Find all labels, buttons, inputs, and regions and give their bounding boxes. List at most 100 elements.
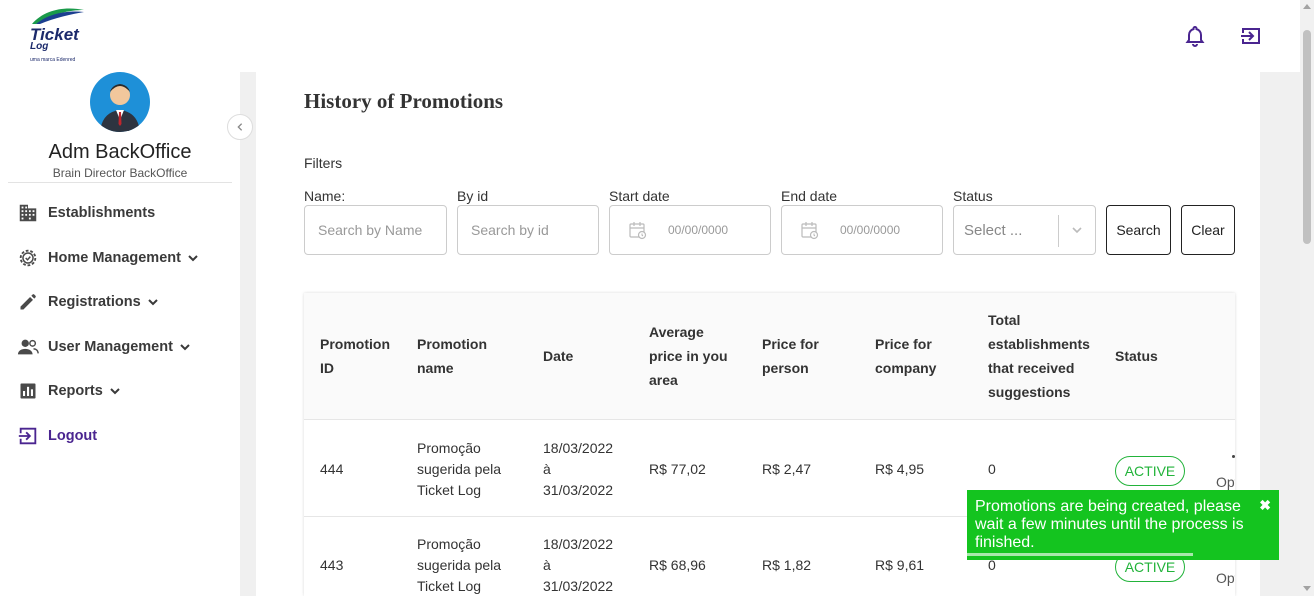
status-select[interactable]: Select ... <box>953 205 1096 255</box>
col-header-text: Date <box>543 348 574 364</box>
chevron-down-icon <box>180 344 190 351</box>
gear-check-icon <box>16 246 40 270</box>
cell-text: 18/03/2022 <box>543 439 614 456</box>
scroll-down-arrow-icon[interactable] <box>1303 586 1311 591</box>
col-header-price-company[interactable]: Price for company <box>875 332 936 380</box>
clear-button[interactable]: Clear <box>1181 205 1235 255</box>
end-date-label: End date <box>781 188 838 204</box>
col-header-id[interactable]: Promotion ID <box>320 332 390 380</box>
chevron-left-icon <box>237 123 243 131</box>
sidebar-item-registrations[interactable]: Registrations <box>16 288 159 316</box>
end-date-placeholder: 00/00/0000 <box>840 223 901 237</box>
avatar[interactable] <box>90 72 150 132</box>
bar-chart-icon <box>16 379 40 403</box>
sidebar-item-reports[interactable]: Reports <box>16 377 121 405</box>
user-name: Adm BackOffice <box>48 141 192 163</box>
col-header-total-establishments[interactable]: Total establishments that received sugge… <box>988 308 1090 404</box>
cell-text: sugerida pela <box>417 556 502 573</box>
scroll-thumb[interactable] <box>1303 30 1311 244</box>
cell-date: 18/03/2022 à 31/03/2022 <box>543 421 613 517</box>
col-header-name[interactable]: Promotion name <box>417 332 487 380</box>
logo-swoosh-icon <box>32 8 84 24</box>
logo-brand-sub: Log <box>30 41 49 52</box>
pencil-icon <box>16 290 40 314</box>
col-header-text: Price for <box>762 336 819 352</box>
col-header-text: ID <box>320 360 334 376</box>
ticket-log-logo[interactable]: Ticket Log uma marca Edenred <box>26 4 86 64</box>
col-header-text: suggestions <box>988 384 1071 400</box>
col-header-text: price in you <box>649 348 728 364</box>
col-header-price-person[interactable]: Price for person <box>762 332 819 380</box>
sidebar-collapse-button[interactable] <box>227 114 253 140</box>
col-header-status[interactable]: Status <box>1115 344 1158 368</box>
col-header-text: Price for <box>875 336 932 352</box>
status-select-placeholder: Select ... <box>964 221 1023 239</box>
col-header-text: that received <box>988 360 1075 376</box>
col-header-date[interactable]: Date <box>543 344 573 368</box>
cell-id: 444 <box>320 460 344 477</box>
sidebar-item-establishments[interactable]: Establishments <box>16 199 155 227</box>
col-header-average-price[interactable]: Average price in you area <box>649 320 728 392</box>
cell-price-person: R$ 2,47 <box>762 460 812 477</box>
sidebar-item-user-management[interactable]: User Management <box>16 333 191 361</box>
sidebar-item-label: User Management <box>48 339 173 355</box>
bell-icon[interactable] <box>1183 24 1207 48</box>
col-header-text: Promotion <box>417 336 487 352</box>
user-role: Brain Director BackOffice <box>52 166 188 180</box>
id-search-input[interactable]: Search by id <box>457 205 599 255</box>
cell-text: à <box>543 556 551 573</box>
cell-text: Ticket Log <box>417 577 482 594</box>
search-button[interactable]: Search <box>1106 205 1171 255</box>
toast-message: Promotions are being created, please wai… <box>975 498 1244 551</box>
exit-icon[interactable] <box>1239 24 1263 48</box>
more-dots-icon[interactable] <box>1232 455 1235 458</box>
cell-text: sugerida pela <box>417 460 502 477</box>
cell-text: Ticket Log <box>417 481 482 498</box>
status-badge: ACTIVE <box>1115 456 1185 486</box>
cell-average-price: R$ 77,02 <box>649 460 706 477</box>
id-filter-label: By id <box>457 188 489 204</box>
col-header-text: Promotion <box>320 336 390 352</box>
col-header-text: Status <box>1115 348 1158 364</box>
cell-text: 18/03/2022 <box>543 535 614 552</box>
sidebar-item-logout[interactable]: Logout <box>16 422 97 450</box>
start-date-input[interactable]: 00/00/0000 <box>609 205 771 255</box>
cell-text: Promoção <box>417 535 481 552</box>
cell-text: à <box>543 460 551 477</box>
name-search-placeholder: Search by Name <box>318 222 423 238</box>
chevron-down-icon <box>1072 227 1082 234</box>
calendar-icon <box>629 222 647 240</box>
filters-label: Filters <box>304 155 343 171</box>
col-header-text: company <box>875 360 937 376</box>
end-date-input[interactable]: 00/00/0000 <box>781 205 943 255</box>
options-menu[interactable]: Opt <box>1216 570 1235 586</box>
calendar-icon <box>801 222 819 240</box>
col-header-text: name <box>417 360 454 376</box>
cell-price-company: R$ 4,95 <box>875 460 925 477</box>
scroll-up-arrow-icon[interactable] <box>1303 4 1311 9</box>
toast-progress-bar <box>967 553 1193 556</box>
col-header-text: Average <box>649 324 704 340</box>
select-separator <box>1058 215 1059 247</box>
start-date-label: Start date <box>609 188 670 204</box>
options-menu[interactable]: Opt <box>1216 474 1235 490</box>
cell-average-price: R$ 68,96 <box>649 556 706 573</box>
page-title: History of Promotions <box>304 89 504 113</box>
col-header-text: person <box>762 360 809 376</box>
close-icon[interactable]: ✖ <box>1259 496 1271 514</box>
chevron-down-icon <box>147 299 158 306</box>
name-filter-label: Name: <box>304 188 346 204</box>
page-scrollbar[interactable] <box>1300 0 1314 596</box>
sidebar-item-label: Reports <box>48 383 103 399</box>
sidebar-item-home-management[interactable]: Home Management <box>16 244 199 272</box>
sidebar-item-label: Logout <box>48 428 98 444</box>
sidebar-item-label: Establishments <box>48 205 156 221</box>
table-header: Promotion ID Promotion name Date Average… <box>304 293 1235 420</box>
top-header: Ticket Log uma marca Edenred <box>0 0 1300 72</box>
cell-text: 31/03/2022 <box>543 481 614 498</box>
cell-price-company: R$ 9,61 <box>875 556 925 573</box>
sidebar-item-label: Home Management <box>48 250 181 266</box>
id-search-placeholder: Search by id <box>471 222 549 238</box>
sidebar: Adm BackOffice Brain Director BackOffice… <box>0 72 240 596</box>
name-search-input[interactable]: Search by Name <box>304 205 447 255</box>
